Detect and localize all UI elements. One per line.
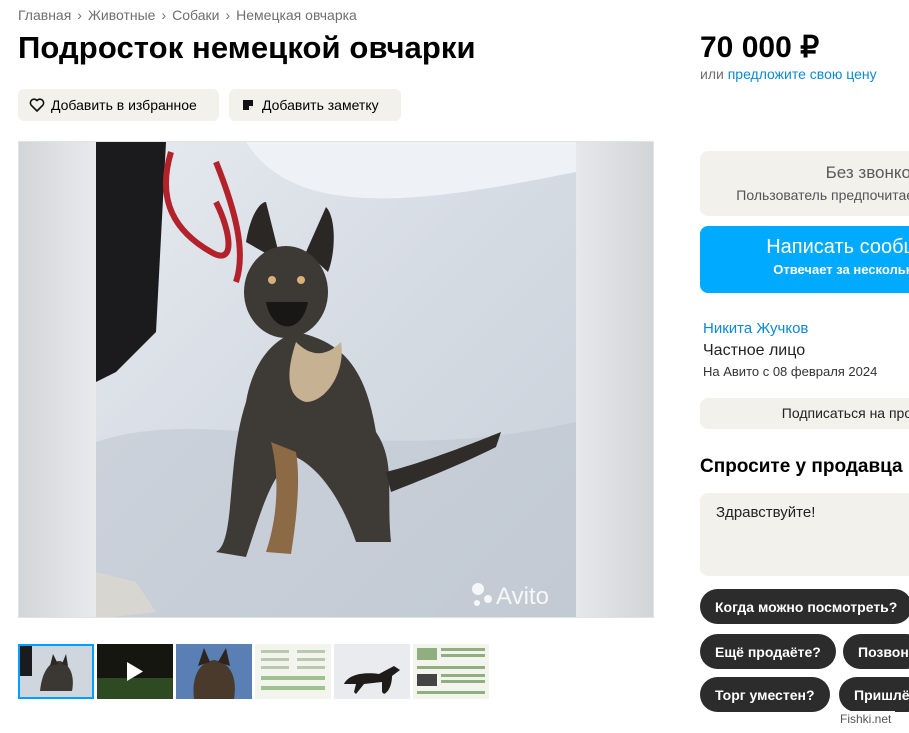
breadcrumb-animals[interactable]: Животные xyxy=(88,7,156,23)
chevron-right-icon: › xyxy=(77,7,82,23)
gallery-blur-left xyxy=(19,142,97,617)
offer-price-link[interactable]: предложите свою цену xyxy=(728,66,877,82)
seller-since: На Авито с 08 февраля 2024 xyxy=(703,364,878,379)
no-calls-notice: Без звонков Пользователь предпочитает xyxy=(700,151,909,216)
price-offer: или предложите свою цену xyxy=(700,66,877,82)
price: 70 000 ₽ xyxy=(700,31,820,64)
thumbnail[interactable] xyxy=(18,644,94,699)
no-calls-title: Без звонков xyxy=(825,163,909,182)
seller-name-link[interactable]: Никита Жучков xyxy=(703,320,808,337)
dog-photo: Avito xyxy=(96,142,576,617)
quick-question-chip[interactable]: Ещё продаёте? xyxy=(700,634,836,669)
breadcrumb-dogs[interactable]: Собаки xyxy=(172,7,219,23)
quick-question-chip[interactable]: Позвон xyxy=(843,634,909,669)
thumbnail[interactable] xyxy=(176,644,252,699)
breadcrumb: Главная › Животные › Собаки › Немецкая овчарка xyxy=(18,7,357,23)
thumbnail-video[interactable] xyxy=(97,644,173,699)
write-message-button[interactable]: Написать сообщ Отвечает за несколько xyxy=(700,226,909,293)
chevron-right-icon: › xyxy=(225,7,231,23)
breadcrumb-home[interactable]: Главная xyxy=(18,7,71,23)
subscribe-button[interactable]: Подписаться на прод xyxy=(700,398,909,429)
quick-question-chip[interactable]: Торг уместен? xyxy=(700,677,830,712)
seller-type: Частное лицо xyxy=(703,342,806,359)
heart-icon xyxy=(29,97,45,113)
gallery-blur-right xyxy=(575,142,653,617)
response-time: Отвечает за несколько xyxy=(773,262,909,277)
chevron-right-icon: › xyxy=(161,7,167,23)
main-photo-gallery[interactable]: Avito xyxy=(18,141,654,618)
quick-question-chip[interactable]: Когда можно посмотреть? xyxy=(700,589,909,624)
quick-question-chip[interactable]: Пришлё xyxy=(839,677,909,712)
ask-seller-title: Спросите у продавца xyxy=(700,456,903,477)
no-calls-text: Пользователь предпочитает xyxy=(736,187,909,203)
message-input[interactable]: Здравствуйте! xyxy=(700,493,909,576)
add-to-favorites-button[interactable]: Добавить в избранное xyxy=(18,89,219,121)
breadcrumb-breed[interactable]: Немецкая овчарка xyxy=(236,7,357,23)
offer-prefix: или xyxy=(700,66,724,82)
thumbnail-document[interactable] xyxy=(255,644,331,699)
avito-watermark: Avito xyxy=(496,583,549,610)
thumbnail-document[interactable] xyxy=(413,644,489,699)
favorite-label: Добавить в избранное xyxy=(51,97,197,113)
thumbnail[interactable] xyxy=(334,644,410,699)
page-title: Подросток немецкой овчарки xyxy=(18,30,476,65)
add-note-button[interactable]: Добавить заметку xyxy=(229,89,401,121)
note-icon xyxy=(240,97,256,113)
write-message-label: Написать сообщ xyxy=(766,236,909,258)
site-watermark: Fishki.net xyxy=(836,711,896,727)
note-label: Добавить заметку xyxy=(262,97,379,113)
